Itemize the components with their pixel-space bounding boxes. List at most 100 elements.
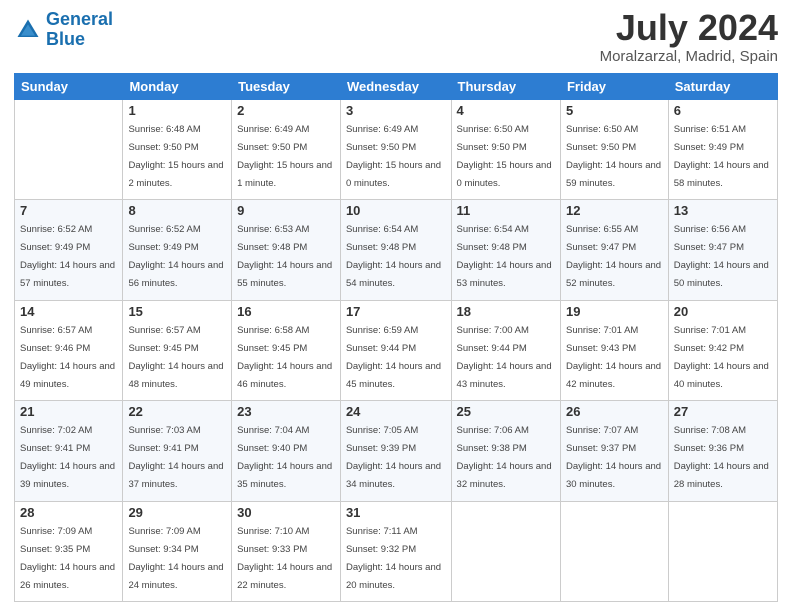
cell-info: Sunrise: 7:10 AMSunset: 9:33 PMDaylight:…	[237, 526, 332, 591]
cell-info: Sunrise: 7:04 AMSunset: 9:40 PMDaylight:…	[237, 425, 332, 490]
cell-info: Sunrise: 6:56 AMSunset: 9:47 PMDaylight:…	[674, 224, 769, 289]
calendar-week-row: 1 Sunrise: 6:48 AMSunset: 9:50 PMDayligh…	[15, 100, 778, 200]
calendar-day-cell: 23 Sunrise: 7:04 AMSunset: 9:40 PMDaylig…	[232, 401, 341, 501]
cell-info: Sunrise: 6:52 AMSunset: 9:49 PMDaylight:…	[20, 224, 115, 289]
calendar-week-row: 28 Sunrise: 7:09 AMSunset: 9:35 PMDaylig…	[15, 501, 778, 601]
cell-date: 28	[20, 505, 117, 520]
calendar-week-row: 21 Sunrise: 7:02 AMSunset: 9:41 PMDaylig…	[15, 401, 778, 501]
cell-date: 20	[674, 304, 772, 319]
calendar-day-cell	[668, 501, 777, 601]
calendar-day-cell	[451, 501, 560, 601]
cell-date: 10	[346, 203, 446, 218]
cell-date: 3	[346, 103, 446, 118]
calendar-day-cell: 13 Sunrise: 6:56 AMSunset: 9:47 PMDaylig…	[668, 200, 777, 300]
cell-date: 29	[128, 505, 226, 520]
logo-text: General Blue	[46, 10, 113, 50]
cell-date: 23	[237, 404, 335, 419]
cell-date: 22	[128, 404, 226, 419]
cell-info: Sunrise: 7:01 AMSunset: 9:42 PMDaylight:…	[674, 325, 769, 390]
cell-date: 27	[674, 404, 772, 419]
page: General Blue July 2024 Moralzarzal, Madr…	[0, 0, 792, 612]
cell-info: Sunrise: 7:05 AMSunset: 9:39 PMDaylight:…	[346, 425, 441, 490]
title-block: July 2024 Moralzarzal, Madrid, Spain	[600, 10, 778, 65]
cell-date: 24	[346, 404, 446, 419]
cell-info: Sunrise: 6:57 AMSunset: 9:45 PMDaylight:…	[128, 325, 223, 390]
cell-info: Sunrise: 7:09 AMSunset: 9:35 PMDaylight:…	[20, 526, 115, 591]
cell-info: Sunrise: 7:07 AMSunset: 9:37 PMDaylight:…	[566, 425, 661, 490]
cell-date: 11	[457, 203, 555, 218]
cell-date: 2	[237, 103, 335, 118]
calendar-day-cell: 21 Sunrise: 7:02 AMSunset: 9:41 PMDaylig…	[15, 401, 123, 501]
calendar-day-cell: 26 Sunrise: 7:07 AMSunset: 9:37 PMDaylig…	[560, 401, 668, 501]
calendar-day-cell: 25 Sunrise: 7:06 AMSunset: 9:38 PMDaylig…	[451, 401, 560, 501]
calendar-day-cell: 28 Sunrise: 7:09 AMSunset: 9:35 PMDaylig…	[15, 501, 123, 601]
cell-info: Sunrise: 6:59 AMSunset: 9:44 PMDaylight:…	[346, 325, 441, 390]
month-title: July 2024	[600, 10, 778, 46]
cell-info: Sunrise: 7:00 AMSunset: 9:44 PMDaylight:…	[457, 325, 552, 390]
cell-info: Sunrise: 6:49 AMSunset: 9:50 PMDaylight:…	[346, 124, 441, 189]
calendar-day-cell: 20 Sunrise: 7:01 AMSunset: 9:42 PMDaylig…	[668, 300, 777, 400]
calendar-day-cell: 30 Sunrise: 7:10 AMSunset: 9:33 PMDaylig…	[232, 501, 341, 601]
calendar-day-cell: 31 Sunrise: 7:11 AMSunset: 9:32 PMDaylig…	[340, 501, 451, 601]
calendar-day-cell: 5 Sunrise: 6:50 AMSunset: 9:50 PMDayligh…	[560, 100, 668, 200]
calendar-day-cell: 22 Sunrise: 7:03 AMSunset: 9:41 PMDaylig…	[123, 401, 232, 501]
cell-info: Sunrise: 7:09 AMSunset: 9:34 PMDaylight:…	[128, 526, 223, 591]
calendar-day-cell: 15 Sunrise: 6:57 AMSunset: 9:45 PMDaylig…	[123, 300, 232, 400]
cell-info: Sunrise: 7:06 AMSunset: 9:38 PMDaylight:…	[457, 425, 552, 490]
cell-date: 21	[20, 404, 117, 419]
cell-info: Sunrise: 6:58 AMSunset: 9:45 PMDaylight:…	[237, 325, 332, 390]
header: General Blue July 2024 Moralzarzal, Madr…	[14, 10, 778, 65]
calendar-day-cell: 1 Sunrise: 6:48 AMSunset: 9:50 PMDayligh…	[123, 100, 232, 200]
calendar-day-cell: 27 Sunrise: 7:08 AMSunset: 9:36 PMDaylig…	[668, 401, 777, 501]
cell-date: 12	[566, 203, 663, 218]
cell-date: 7	[20, 203, 117, 218]
cell-date: 31	[346, 505, 446, 520]
th-thursday: Thursday	[451, 74, 560, 100]
cell-date: 25	[457, 404, 555, 419]
cell-info: Sunrise: 7:01 AMSunset: 9:43 PMDaylight:…	[566, 325, 661, 390]
cell-date: 15	[128, 304, 226, 319]
calendar-day-cell: 18 Sunrise: 7:00 AMSunset: 9:44 PMDaylig…	[451, 300, 560, 400]
cell-date: 9	[237, 203, 335, 218]
cell-date: 19	[566, 304, 663, 319]
cell-date: 30	[237, 505, 335, 520]
cell-info: Sunrise: 6:55 AMSunset: 9:47 PMDaylight:…	[566, 224, 661, 289]
cell-info: Sunrise: 6:54 AMSunset: 9:48 PMDaylight:…	[457, 224, 552, 289]
cell-date: 26	[566, 404, 663, 419]
logo: General Blue	[14, 10, 113, 50]
calendar-day-cell: 8 Sunrise: 6:52 AMSunset: 9:49 PMDayligh…	[123, 200, 232, 300]
th-sunday: Sunday	[15, 74, 123, 100]
cell-date: 17	[346, 304, 446, 319]
th-wednesday: Wednesday	[340, 74, 451, 100]
calendar-table: Sunday Monday Tuesday Wednesday Thursday…	[14, 73, 778, 602]
calendar-day-cell: 19 Sunrise: 7:01 AMSunset: 9:43 PMDaylig…	[560, 300, 668, 400]
cell-date: 13	[674, 203, 772, 218]
calendar-week-row: 14 Sunrise: 6:57 AMSunset: 9:46 PMDaylig…	[15, 300, 778, 400]
cell-info: Sunrise: 7:03 AMSunset: 9:41 PMDaylight:…	[128, 425, 223, 490]
cell-info: Sunrise: 7:11 AMSunset: 9:32 PMDaylight:…	[346, 526, 441, 591]
cell-info: Sunrise: 6:57 AMSunset: 9:46 PMDaylight:…	[20, 325, 115, 390]
calendar-day-cell: 11 Sunrise: 6:54 AMSunset: 9:48 PMDaylig…	[451, 200, 560, 300]
cell-date: 4	[457, 103, 555, 118]
cell-info: Sunrise: 7:02 AMSunset: 9:41 PMDaylight:…	[20, 425, 115, 490]
cell-info: Sunrise: 7:08 AMSunset: 9:36 PMDaylight:…	[674, 425, 769, 490]
cell-date: 14	[20, 304, 117, 319]
calendar-day-cell: 7 Sunrise: 6:52 AMSunset: 9:49 PMDayligh…	[15, 200, 123, 300]
cell-info: Sunrise: 6:49 AMSunset: 9:50 PMDaylight:…	[237, 124, 332, 189]
cell-info: Sunrise: 6:50 AMSunset: 9:50 PMDaylight:…	[566, 124, 661, 189]
calendar-week-row: 7 Sunrise: 6:52 AMSunset: 9:49 PMDayligh…	[15, 200, 778, 300]
cell-info: Sunrise: 6:51 AMSunset: 9:49 PMDaylight:…	[674, 124, 769, 189]
cell-date: 6	[674, 103, 772, 118]
calendar-day-cell: 4 Sunrise: 6:50 AMSunset: 9:50 PMDayligh…	[451, 100, 560, 200]
th-saturday: Saturday	[668, 74, 777, 100]
calendar-day-cell: 17 Sunrise: 6:59 AMSunset: 9:44 PMDaylig…	[340, 300, 451, 400]
weekday-header-row: Sunday Monday Tuesday Wednesday Thursday…	[15, 74, 778, 100]
location-title: Moralzarzal, Madrid, Spain	[600, 48, 778, 65]
cell-info: Sunrise: 6:50 AMSunset: 9:50 PMDaylight:…	[457, 124, 552, 189]
th-tuesday: Tuesday	[232, 74, 341, 100]
calendar-day-cell: 16 Sunrise: 6:58 AMSunset: 9:45 PMDaylig…	[232, 300, 341, 400]
cell-info: Sunrise: 6:52 AMSunset: 9:49 PMDaylight:…	[128, 224, 223, 289]
logo-line1: General	[46, 9, 113, 29]
cell-date: 5	[566, 103, 663, 118]
th-monday: Monday	[123, 74, 232, 100]
